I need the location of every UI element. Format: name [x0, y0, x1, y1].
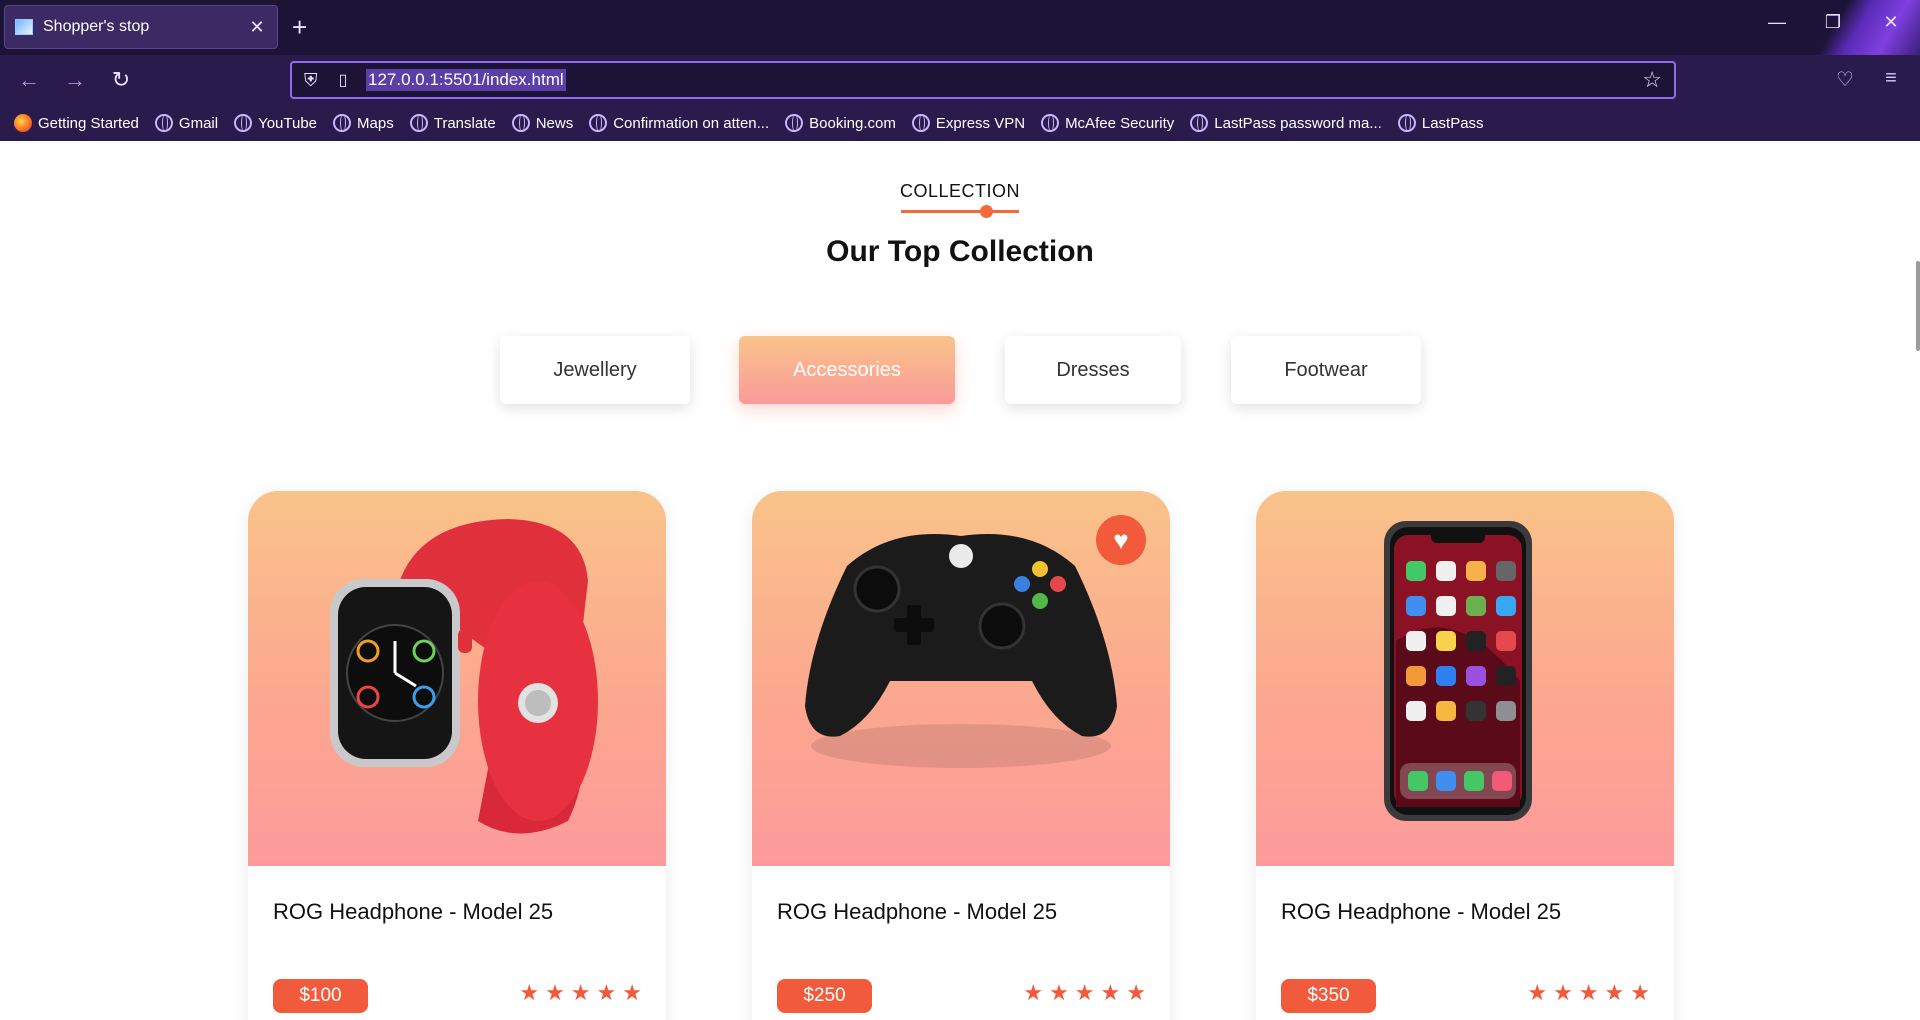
product-image-area — [1256, 491, 1674, 866]
category-accessories-button[interactable]: Accessories — [739, 336, 955, 404]
product-rating: ★ ★ ★ ★ ★ — [1527, 981, 1650, 1005]
product-card[interactable]: ♥ ROG Headphone - Model 25 $250 ★ ★ ★ ★ … — [752, 491, 1170, 1020]
product-price-badge: $100 — [273, 979, 368, 1013]
bookmark-lastpass-manager[interactable]: LastPass password ma... — [1190, 114, 1382, 132]
tab-close-icon[interactable]: ✕ — [247, 17, 267, 38]
star-icon: ★ — [545, 980, 565, 1005]
star-icon: ★ — [596, 980, 617, 1005]
product-image-area — [248, 491, 666, 866]
bookmark-mcafee[interactable]: McAfee Security — [1041, 114, 1174, 132]
forward-arrow-icon[interactable]: → — [60, 65, 90, 95]
globe-icon — [589, 114, 608, 132]
bookmark-news[interactable]: News — [511, 114, 573, 132]
browser-titlebar: Shopper's stop ✕ + ― ❐ ✕ — [0, 0, 1920, 55]
section-label: COLLECTION — [899, 181, 1021, 201]
bookmark-express-vpn[interactable]: Express VPN — [911, 114, 1025, 132]
tab-title: Shopper's stop — [43, 18, 150, 35]
page-content: COLLECTION Our Top Collection Jewellery … — [0, 141, 1920, 1020]
product-card[interactable]: ROG Headphone - Model 25 $350 ★ ★ ★ ★ ★ — [1256, 491, 1674, 1020]
product-rating: ★ ★ ★ ★ ★ — [1023, 981, 1146, 1005]
globe-icon — [1190, 114, 1209, 132]
new-tab-button[interactable]: + — [292, 12, 307, 42]
favorite-heart-button[interactable]: ♥ — [1096, 515, 1146, 565]
bookmark-getting-started[interactable]: Getting Started — [14, 114, 139, 132]
url-text[interactable]: 127.0.0.1:5501/index.html — [366, 69, 566, 91]
star-icon: ★ — [1100, 980, 1121, 1005]
product-name[interactable]: ROG Headphone - Model 25 — [1281, 899, 1561, 925]
page-info-icon[interactable]: ▯ — [328, 70, 358, 90]
bookmark-lastpass[interactable]: LastPass — [1397, 114, 1484, 132]
category-footwear-button[interactable]: Footwear — [1231, 336, 1421, 404]
category-jewellery-button[interactable]: Jewellery — [500, 336, 690, 404]
restore-icon[interactable]: ❐ — [1818, 12, 1848, 33]
section-underline-dot — [980, 205, 993, 218]
reload-icon[interactable]: ↻ — [106, 65, 136, 95]
product-card[interactable]: ROG Headphone - Model 25 $100 ★ ★ ★ ★ ★ — [248, 491, 666, 1020]
smartphone-image — [1384, 521, 1532, 821]
star-icon: ★ — [1023, 980, 1044, 1005]
section-title: Our Top Collection — [826, 235, 1094, 268]
bookmark-translate[interactable]: Translate — [409, 114, 496, 132]
firefox-icon — [14, 114, 32, 132]
star-icon: ★ — [570, 980, 591, 1005]
product-name[interactable]: ROG Headphone - Model 25 — [777, 899, 1057, 925]
browser-navbar: ← → ↻ ⛨ ▯ 127.0.0.1:5501/index.html ☆ ♡ … — [0, 55, 1920, 105]
section-underline — [901, 210, 1019, 213]
bookmark-gmail[interactable]: Gmail — [154, 114, 218, 132]
product-price-badge: $350 — [1281, 979, 1376, 1013]
globe-icon — [333, 114, 352, 132]
star-icon: ★ — [519, 980, 540, 1005]
globe-icon — [1397, 114, 1416, 132]
back-arrow-icon[interactable]: ← — [14, 65, 44, 95]
bookmark-booking[interactable]: Booking.com — [785, 114, 896, 132]
star-icon: ★ — [1074, 980, 1095, 1005]
site-favicon-icon — [15, 19, 33, 35]
bookmark-confirmation[interactable]: Confirmation on atten... — [589, 114, 769, 132]
globe-icon — [911, 114, 930, 132]
star-icon: ★ — [622, 980, 642, 1005]
globe-icon — [154, 114, 173, 132]
star-icon: ★ — [1578, 980, 1599, 1005]
minimize-icon[interactable]: ― — [1762, 12, 1792, 33]
globe-icon — [785, 114, 804, 132]
product-price-badge: $250 — [777, 979, 872, 1013]
product-rating: ★ ★ ★ ★ ★ — [519, 981, 642, 1005]
address-bar[interactable]: ⛨ ▯ 127.0.0.1:5501/index.html ☆ — [290, 61, 1676, 99]
menu-icon[interactable]: ≡ — [1876, 67, 1906, 90]
bookmark-youtube[interactable]: YouTube — [234, 114, 317, 132]
shield-icon[interactable]: ⛨ — [304, 70, 328, 91]
pocket-icon[interactable]: ♡ — [1830, 67, 1860, 92]
star-icon: ★ — [1553, 980, 1573, 1005]
star-icon: ★ — [1630, 980, 1650, 1005]
star-icon: ★ — [1527, 980, 1548, 1005]
globe-icon — [511, 114, 530, 132]
category-dresses-button[interactable]: Dresses — [1005, 336, 1181, 404]
browser-tab[interactable]: Shopper's stop ✕ — [4, 5, 278, 49]
smartwatch-image — [330, 519, 598, 834]
page-scrollbar[interactable] — [1916, 261, 1920, 351]
bookmarks-toolbar: Getting Started Gmail YouTube Maps Trans… — [0, 105, 1920, 141]
star-icon: ★ — [1126, 980, 1146, 1005]
globe-icon — [409, 114, 428, 132]
close-window-icon[interactable]: ✕ — [1876, 12, 1906, 33]
star-icon: ★ — [1604, 980, 1625, 1005]
globe-icon — [1041, 114, 1060, 132]
bookmark-maps[interactable]: Maps — [333, 114, 394, 132]
star-icon: ★ — [1049, 980, 1069, 1005]
globe-icon — [234, 114, 253, 132]
bookmark-star-icon[interactable]: ☆ — [1642, 67, 1662, 93]
product-name[interactable]: ROG Headphone - Model 25 — [273, 899, 553, 925]
